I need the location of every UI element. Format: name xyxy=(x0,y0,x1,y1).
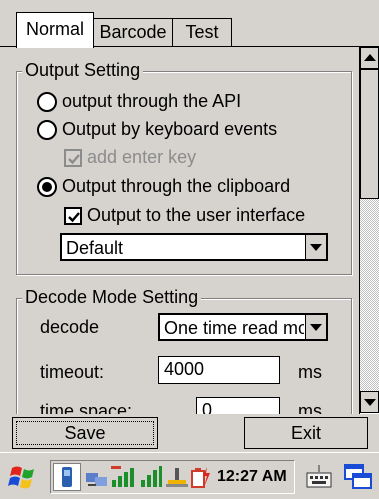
scroll-up-button[interactable] xyxy=(360,47,379,69)
output-target-combo-value: Default xyxy=(66,238,124,258)
tab-test-label: Test xyxy=(185,22,219,42)
tab-test[interactable]: Test xyxy=(172,18,232,46)
decode-mode-combo[interactable]: One time read mode xyxy=(158,313,328,341)
signal-strength-icon[interactable] xyxy=(111,465,137,489)
radio-output-clipboard-circle[interactable] xyxy=(37,177,57,198)
timeout-label: timeout: xyxy=(40,362,105,382)
taskbar: 12:27 AM xyxy=(0,452,379,499)
connection-icon[interactable] xyxy=(165,465,189,489)
radio-output-keyboard-circle[interactable] xyxy=(37,120,57,141)
tab-barcode-label: Barcode xyxy=(99,22,167,42)
output-target-combo[interactable]: Default xyxy=(60,233,328,261)
checkbox-output-ui-box[interactable] xyxy=(64,207,82,226)
timeout-input[interactable]: 4000 xyxy=(158,356,280,384)
radio-output-api-label: output through the API xyxy=(62,91,242,111)
scroll-thumb[interactable] xyxy=(360,69,379,199)
keyboard-icon[interactable] xyxy=(304,461,334,493)
tab-normal[interactable]: Normal xyxy=(16,12,94,48)
chevron-down-icon[interactable] xyxy=(305,315,326,339)
tab-barcode[interactable]: Barcode xyxy=(93,18,173,46)
tab-normal-label: Normal xyxy=(25,19,84,39)
radio-output-keyboard[interactable]: Output by keyboard events xyxy=(37,117,277,141)
checkbox-output-ui-label: Output to the user interface xyxy=(87,205,306,225)
save-button[interactable]: Save xyxy=(12,417,158,449)
decode-mode-legend: Decode Mode Setting xyxy=(22,287,202,307)
checkbox-add-enter-key-label: add enter key xyxy=(87,147,197,167)
network-icon[interactable] xyxy=(85,465,109,489)
exit-button[interactable]: Exit xyxy=(244,417,368,449)
checkmark-icon xyxy=(68,212,80,223)
decode-mode-combo-value: One time read mode xyxy=(164,318,304,338)
checkmark-icon xyxy=(68,154,80,165)
vertical-scrollbar[interactable] xyxy=(359,47,379,414)
active-app-icon[interactable] xyxy=(53,463,81,491)
radio-output-clipboard-label: Output through the clipboard xyxy=(62,176,291,196)
checkbox-add-enter-key-box[interactable] xyxy=(64,149,82,168)
windows-switch-icon[interactable] xyxy=(343,463,373,491)
system-tray: 12:27 AM xyxy=(50,460,295,494)
radio-output-keyboard-label: Output by keyboard events xyxy=(62,119,278,139)
timespace-input[interactable]: 0 xyxy=(196,397,280,414)
exit-button-label: Exit xyxy=(290,423,321,443)
start-flag-icon[interactable] xyxy=(8,462,38,492)
scroll-track[interactable] xyxy=(360,199,379,392)
wifi-signal-icon[interactable] xyxy=(139,465,163,489)
timeout-unit: ms xyxy=(298,362,322,382)
radio-output-clipboard[interactable]: Output through the clipboard xyxy=(37,174,290,198)
save-button-label: Save xyxy=(64,423,106,443)
checkbox-add-enter-key[interactable]: add enter key xyxy=(64,145,196,169)
settings-panel: Output Setting output through the API Ou… xyxy=(0,47,360,414)
tab-bar: Normal Barcode Test xyxy=(0,0,379,50)
radio-output-api[interactable]: output through the API xyxy=(37,89,241,113)
button-bar: Save Exit xyxy=(0,414,379,452)
timespace-label: time space: xyxy=(40,401,133,414)
checkbox-output-ui[interactable]: Output to the user interface xyxy=(64,203,305,227)
clock[interactable]: 12:27 AM xyxy=(217,461,287,493)
scroll-down-button[interactable] xyxy=(360,391,379,413)
timespace-unit: ms xyxy=(298,401,322,414)
decode-label: decode xyxy=(40,317,100,337)
chevron-down-icon[interactable] xyxy=(305,235,326,259)
output-setting-legend: Output Setting xyxy=(22,60,144,80)
radio-output-api-circle[interactable] xyxy=(37,92,57,113)
battery-icon[interactable] xyxy=(189,465,211,489)
